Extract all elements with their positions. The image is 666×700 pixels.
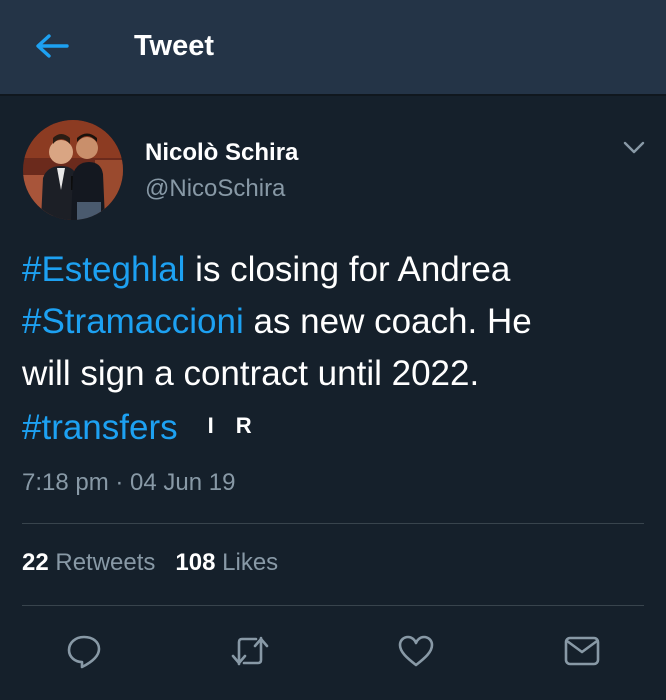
- retweet-button[interactable]: [230, 632, 270, 670]
- author-handle[interactable]: @NicoSchira: [145, 174, 285, 204]
- retweets-label: Retweets: [55, 549, 156, 576]
- divider: [22, 523, 644, 524]
- divider: [22, 605, 644, 606]
- tweet-line: will sign a contract until 2022.: [22, 348, 652, 400]
- arrow-left-icon: [36, 34, 69, 58]
- like-button[interactable]: [396, 632, 436, 670]
- tweet-text-segment: will sign a contract until 2022.: [22, 354, 480, 393]
- tweet-line: #transfers I R: [22, 400, 652, 452]
- reply-button[interactable]: [64, 632, 104, 670]
- chevron-down-icon: [623, 141, 645, 154]
- hashtag-link[interactable]: #transfers: [22, 408, 178, 447]
- author-display-name[interactable]: Nicolò Schira: [145, 138, 298, 168]
- tweet-stats: 22 Retweets 108 Likes: [22, 548, 278, 578]
- badge-letter: R: [235, 413, 252, 438]
- tweet-line: #Esteghlal is closing for Andrea: [22, 244, 652, 296]
- tweet-body: #Esteghlal is closing for Andrea #Strama…: [22, 244, 652, 452]
- avatar[interactable]: [23, 120, 123, 220]
- likes-label: Likes: [222, 549, 279, 576]
- badge-letter: I: [207, 413, 214, 438]
- top-bar: Tweet: [0, 0, 666, 96]
- back-button[interactable]: [30, 26, 74, 66]
- tweet-timestamp: 7:18 pm · 04 Jun 19: [22, 469, 236, 496]
- retweets-count: 22: [22, 549, 49, 576]
- more-options-button[interactable]: [620, 136, 648, 160]
- tweet-text-segment: is closing for Andrea: [185, 250, 511, 289]
- hashtag-link[interactable]: #Stramaccioni: [22, 302, 244, 341]
- hashtag-link[interactable]: #Esteghlal: [22, 250, 185, 289]
- tweet-line: #Stramaccioni as new coach. He: [22, 296, 652, 348]
- likes-stat[interactable]: 108 Likes: [175, 549, 278, 576]
- heart-icon: [398, 635, 434, 667]
- page-title: Tweet: [134, 30, 215, 62]
- retweet-icon: [231, 636, 269, 666]
- message-icon: [564, 636, 600, 666]
- likes-count: 108: [175, 549, 216, 576]
- share-button[interactable]: [562, 632, 602, 670]
- avatar-photo: [23, 120, 123, 220]
- reply-icon: [67, 635, 101, 669]
- tweet-text-segment: as new coach. He: [243, 302, 532, 341]
- retweets-stat[interactable]: 22 Retweets: [22, 549, 155, 576]
